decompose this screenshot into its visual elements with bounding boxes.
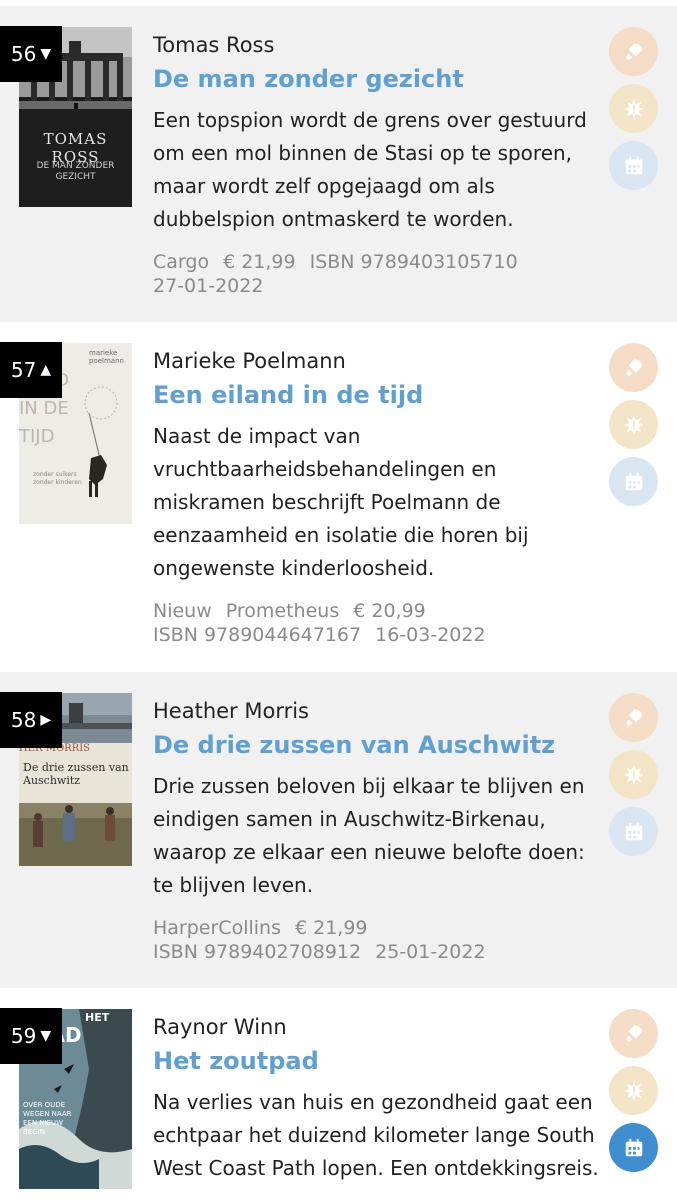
release-date: 27-01-2022 — [153, 275, 264, 297]
isbn: ISBN 9789402708912 — [153, 941, 362, 963]
list-item[interactable]: 59 ▼ HET TPAD OVER OUDE WEGEN NAAR EEN N… — [0, 988, 677, 1200]
rank-number: 56 — [10, 42, 37, 66]
rocket-button[interactable] — [609, 1009, 658, 1058]
entry-text: Heather Morris De drie zussen van Auschw… — [153, 696, 603, 964]
trend-down-icon: ▼ — [40, 1028, 52, 1044]
price: € 20,99 — [353, 600, 426, 622]
cover-author-text: HET — [85, 1011, 110, 1024]
rocket-icon — [625, 358, 642, 376]
price: € 21,99 — [294, 917, 368, 939]
trend-up-icon: ▲ — [40, 362, 52, 378]
calendar-button[interactable] — [609, 1123, 658, 1172]
author-name[interactable]: Marieke Poelmann — [153, 346, 603, 376]
rocket-icon — [625, 1024, 642, 1042]
publisher: Cargo — [153, 251, 210, 273]
book-title[interactable]: Een eiland in de tijd — [153, 378, 603, 412]
book-description: Na verlies van huis en gezondheid gaat e… — [153, 1090, 599, 1180]
cover-title-text: De drie zussen van Auschwitz — [23, 761, 129, 787]
rank-badge: 56 ▼ — [0, 26, 62, 82]
calendar-icon — [625, 472, 642, 490]
entry-text: Marieke Poelmann Een eiland in de tijd N… — [153, 346, 603, 647]
burst-button[interactable] — [609, 400, 658, 449]
calendar-button[interactable] — [609, 457, 658, 506]
action-buttons — [609, 343, 658, 514]
release-date: 25-01-2022 — [375, 941, 486, 963]
list-item[interactable]: 58 ▶ HER MORRIS De drie zussen van Ausch… — [0, 672, 677, 988]
burst-icon — [623, 98, 644, 119]
rank-number: 58 — [10, 708, 37, 732]
author-name[interactable]: Raynor Winn — [153, 1012, 603, 1042]
rocket-button[interactable] — [609, 693, 658, 742]
rank-badge: 57 ▲ — [0, 342, 62, 398]
list-item[interactable]: 57 ▲ marieke poelmann LAND IN DE TIJD zo… — [0, 322, 677, 672]
burst-icon — [623, 414, 644, 435]
book-title[interactable]: Het zoutpad — [153, 1044, 603, 1078]
isbn: ISBN 9789403105710 — [309, 251, 518, 273]
author-name[interactable]: Heather Morris — [153, 696, 603, 726]
book-meta: Nieuw Prometheus € 20,99 ISBN 978904464716… — [153, 599, 603, 647]
book-meta: HarperCollins € 21,99 ISBN 9789402708912 2… — [153, 916, 603, 964]
burst-button[interactable] — [609, 84, 658, 133]
publisher: HarperCollins — [153, 917, 281, 939]
book-description: Naast de impact van vruchtbaarheidsbehan… — [153, 424, 529, 580]
cover-author-text: marieke poelmann — [89, 349, 124, 365]
publisher: Prometheus — [225, 600, 340, 622]
rank-number: 57 — [10, 358, 37, 382]
burst-icon — [623, 764, 644, 785]
rocket-icon — [625, 42, 642, 60]
isbn: ISBN 9789044647167 — [153, 624, 362, 646]
rank-number: 59 — [10, 1024, 37, 1048]
book-title[interactable]: De drie zussen van Auschwitz — [153, 728, 603, 762]
calendar-button[interactable] — [609, 807, 658, 856]
cover-subtitle-text: zonder suikers zonder kinderen — [33, 471, 82, 486]
rocket-icon — [625, 708, 642, 726]
price: € 21,99 — [223, 251, 296, 273]
trend-same-icon: ▶ — [40, 712, 52, 728]
entry-text: Raynor Winn Het zoutpad Na verlies van h… — [153, 1012, 603, 1185]
action-buttons — [609, 693, 658, 864]
trend-down-icon: ▼ — [40, 46, 52, 62]
calendar-button[interactable] — [609, 141, 658, 190]
book-meta: Cargo € 21,99 ISBN 9789403105710 27-01-202… — [153, 250, 603, 298]
rank-badge: 59 ▼ — [0, 1008, 62, 1064]
action-buttons — [609, 1009, 658, 1180]
cover-title-text: DE MAN ZONDER GEZICHT — [36, 161, 115, 182]
release-date: 16-03-2022 — [375, 624, 486, 646]
author-name[interactable]: Tomas Ross — [153, 30, 603, 60]
cover-subtitle-text: OVER OUDE WEGEN NAAR EEN NIEUW BEGIN — [23, 1101, 72, 1136]
calendar-icon — [625, 822, 642, 840]
rocket-button[interactable] — [609, 27, 658, 76]
book-description: Een topspion wordt de grens over gestuur… — [153, 108, 587, 231]
book-description: Drie zussen beloven bij elkaar te blijve… — [153, 774, 585, 897]
rank-badge: 58 ▶ — [0, 692, 62, 748]
burst-button[interactable] — [609, 750, 658, 799]
burst-button[interactable] — [609, 1066, 658, 1115]
book-title[interactable]: De man zonder gezicht — [153, 62, 603, 96]
action-buttons — [609, 27, 658, 198]
new-badge: Nieuw — [153, 600, 212, 622]
bestseller-list: 56 ▼ TOMAS ROSS DE MAN ZONDER GEZICHT To… — [0, 0, 677, 1200]
rocket-button[interactable] — [609, 343, 658, 392]
list-item[interactable]: 56 ▼ TOMAS ROSS DE MAN ZONDER GEZICHT To… — [0, 6, 677, 322]
calendar-icon — [625, 156, 642, 174]
entry-text: Tomas Ross De man zonder gezicht Een top… — [153, 30, 603, 298]
calendar-icon — [625, 1138, 642, 1156]
burst-icon — [623, 1080, 644, 1101]
